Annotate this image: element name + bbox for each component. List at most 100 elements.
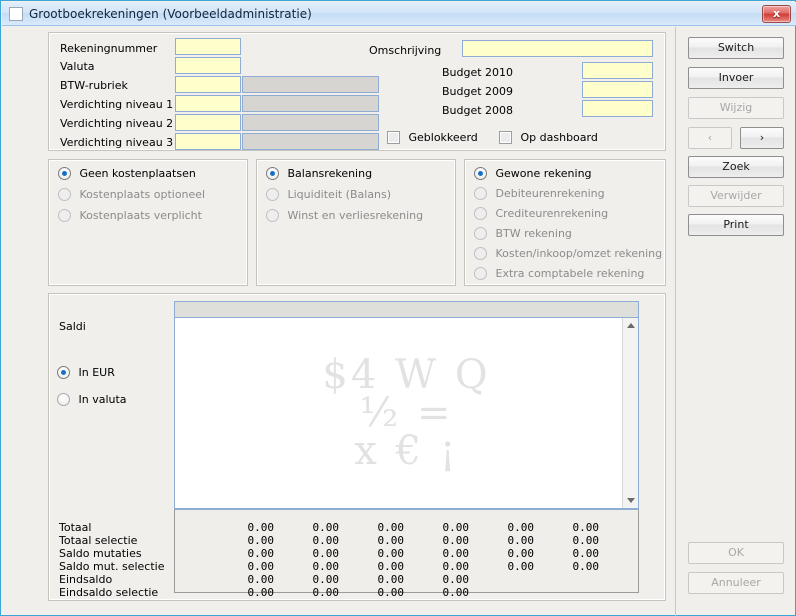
totals-cell: 0.00 — [377, 586, 405, 599]
close-button[interactable]: x — [762, 5, 791, 23]
totals-cell: 0.00 — [442, 547, 470, 560]
radio-gewone-rekening-indicator — [474, 166, 487, 180]
annuleer-button[interactable]: Annuleer — [688, 572, 784, 594]
radio-debiteurenrekening[interactable]: Debiteurenrekening — [474, 186, 605, 202]
scroll-up-icon[interactable] — [623, 318, 638, 334]
totals-cell: 0.00 — [572, 521, 600, 534]
radio-in-valuta[interactable]: In valuta — [57, 392, 127, 408]
radio-kostenplaats-optioneel[interactable]: Kostenplaats optioneel — [58, 187, 205, 203]
invoer-button-label: Invoer — [718, 71, 754, 84]
wijzig-button[interactable]: Wijzig — [688, 97, 784, 119]
totals-cell: 0.00 — [312, 547, 340, 560]
soort-rekening-group: Gewone rekening Debiteurenrekening Credi… — [464, 159, 666, 286]
list-scrollbar[interactable] — [622, 318, 638, 508]
label-budget-2008: Budget 2008 — [442, 104, 514, 117]
totals-row-label: Saldo mut. selectie — [59, 560, 165, 573]
input-budget-2010[interactable] — [582, 62, 653, 79]
next-button[interactable]: › — [740, 127, 784, 149]
radio-debiteurenrekening-indicator — [474, 186, 487, 200]
verwijder-button[interactable]: Verwijder — [688, 185, 784, 207]
kostenplaats-group: Geen kostenplaatsen Kostenplaats optione… — [48, 159, 248, 286]
totals-cell: 0.00 — [247, 560, 275, 573]
totals-cell: 0.00 — [442, 521, 470, 534]
totals-cell: 0.00 — [247, 521, 275, 534]
totals-cell: 0.00 — [312, 521, 340, 534]
watermark-line-2: ½ = — [359, 390, 454, 436]
input-verdichting-niveau-2[interactable] — [175, 114, 241, 131]
input-verdichting-niveau-3[interactable] — [175, 133, 241, 150]
input-omschrijving[interactable] — [462, 40, 653, 57]
radio-kostenplaats-optioneel-label: Kostenplaats optioneel — [79, 187, 206, 201]
totals-row-label: Eindsaldo — [59, 573, 113, 586]
radio-gewone-rekening[interactable]: Gewone rekening — [474, 166, 592, 182]
switch-button[interactable]: Switch — [688, 37, 784, 59]
radio-extra-comptabele-rekening-indicator — [474, 266, 487, 280]
account-list[interactable]: $4 W Q ½ = x € ¡ — [174, 318, 639, 509]
input-valuta[interactable] — [175, 57, 241, 74]
radio-kosten-inkoop-omzet-rekening[interactable]: Kosten/inkoop/omzet rekening — [474, 246, 662, 262]
totals-cell: 0.00 — [442, 586, 470, 599]
switch-button-label: Switch — [717, 41, 755, 54]
radio-btw-rekening-indicator — [474, 226, 487, 240]
checkbox-geblokkeerd-label: Geblokkeerd — [408, 130, 478, 144]
input-rekeningnummer[interactable] — [175, 38, 241, 55]
rekeningtype-group: Balansrekening Liquiditeit (Balans) Wins… — [256, 159, 456, 286]
input-budget-2009[interactable] — [582, 81, 653, 98]
print-button[interactable]: Print — [688, 214, 784, 236]
radio-in-eur[interactable]: In EUR — [57, 365, 115, 381]
readonly-verdichting-niveau-3 — [242, 133, 379, 150]
totals-cell: 0.00 — [507, 534, 535, 547]
totals-cell: 0.00 — [442, 560, 470, 573]
checkbox-geblokkeerd[interactable]: Geblokkeerd — [387, 130, 478, 146]
totals-cell: 0.00 — [312, 560, 340, 573]
radio-debiteurenrekening-label: Debiteurenrekening — [495, 186, 605, 200]
totals-cell: 0.00 — [507, 560, 535, 573]
totals-cell: 0.00 — [377, 547, 405, 560]
radio-crediteurenrekening[interactable]: Crediteurenrekening — [474, 206, 608, 222]
radio-in-eur-indicator — [57, 365, 70, 379]
radio-kostenplaats-optioneel-indicator — [58, 187, 71, 201]
radio-crediteurenrekening-label: Crediteurenrekening — [495, 206, 609, 220]
saldi-title: Saldi — [59, 320, 86, 333]
radio-winst-en-verliesrekening-indicator — [266, 208, 279, 222]
radio-liquiditeit-balans-indicator — [266, 187, 279, 201]
radio-crediteurenrekening-indicator — [474, 206, 487, 220]
radio-kostenplaats-verplicht-indicator — [58, 208, 71, 222]
scroll-down-icon[interactable] — [623, 493, 638, 508]
totals-cell: 0.00 — [377, 521, 405, 534]
previous-button[interactable]: ‹ — [688, 127, 732, 149]
label-budget-2009: Budget 2009 — [442, 85, 514, 98]
readonly-verdichting-niveau-1 — [242, 95, 379, 112]
checkbox-op-dashboard[interactable]: Op dashboard — [499, 130, 598, 146]
totals-cell: 0.00 — [572, 547, 600, 560]
sidebar-divider — [675, 27, 676, 616]
radio-kostenplaats-verplicht[interactable]: Kostenplaats verplicht — [58, 208, 202, 224]
input-budget-2008[interactable] — [582, 100, 653, 117]
radio-in-valuta-indicator — [57, 392, 70, 406]
radio-geen-kostenplaatsen[interactable]: Geen kostenplaatsen — [58, 166, 196, 182]
checkbox-op-dashboard-label: Op dashboard — [520, 130, 598, 144]
list-column-header — [174, 301, 639, 318]
totals-row-label: Saldo mutaties — [59, 547, 142, 560]
label-verdichting-niveau-3: Verdichting niveau 3 — [60, 136, 174, 149]
totals-cell: 0.00 — [312, 534, 340, 547]
totals-cell: 0.00 — [377, 573, 405, 586]
radio-kosten-inkoop-omzet-rekening-label: Kosten/inkoop/omzet rekening — [495, 246, 663, 260]
label-verdichting-niveau-1: Verdichting niveau 1 — [60, 98, 174, 111]
label-verdichting-niveau-2: Verdichting niveau 2 — [60, 117, 174, 130]
input-verdichting-niveau-1[interactable] — [175, 95, 241, 112]
saldi-group: Saldi In EUR In valuta $4 W Q ½ = x € ¡ … — [48, 293, 666, 601]
radio-in-eur-label: In EUR — [78, 365, 115, 379]
radio-kostenplaats-verplicht-label: Kostenplaats verplicht — [79, 208, 202, 222]
radio-gewone-rekening-label: Gewone rekening — [495, 166, 592, 180]
radio-balansrekening[interactable]: Balansrekening — [266, 166, 372, 182]
invoer-button[interactable]: Invoer — [688, 67, 784, 89]
totals-cell: 0.00 — [247, 586, 275, 599]
radio-liquiditeit-balans[interactable]: Liquiditeit (Balans) — [266, 187, 391, 203]
ok-button[interactable]: OK — [688, 542, 784, 564]
radio-btw-rekening[interactable]: BTW rekening — [474, 226, 572, 242]
zoek-button[interactable]: Zoek — [688, 156, 784, 178]
input-btw-rubriek[interactable] — [175, 76, 241, 93]
radio-winst-en-verliesrekening[interactable]: Winst en verliesrekening — [266, 208, 423, 224]
radio-extra-comptabele-rekening[interactable]: Extra comptabele rekening — [474, 266, 644, 282]
